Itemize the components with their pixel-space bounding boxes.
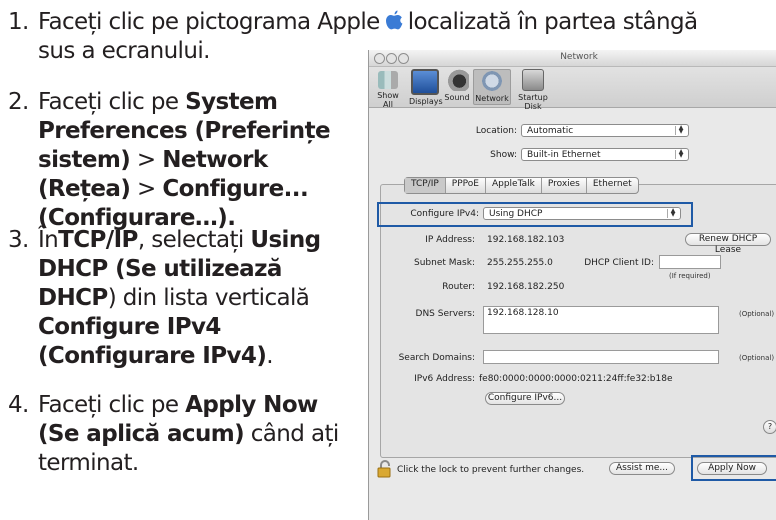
toolbar-label: Startup Disk [518,93,548,111]
tab-proxies[interactable]: Proxies [542,178,587,193]
window-title: Network [560,52,598,62]
speaker-icon [445,69,469,91]
title-bar: Network [369,50,776,67]
toolbar-label: Network [475,94,509,103]
display-icon [411,69,439,95]
ip-address-value: 192.168.182.103 [487,235,565,245]
configure-ipv4-label: Configure IPv4: [410,209,479,219]
step-text-bold: Configure IPv4 [38,314,221,340]
configure-ipv6-button[interactable]: Configure IPv6... [485,392,565,405]
step-text-bold: (Se aplică acum) [38,421,245,447]
show-label: Show: [490,150,517,160]
popup-arrows-icon: ▲ ▼ [675,125,686,135]
ipv6-address-label: IPv6 Address: [414,374,475,384]
popup-arrows-icon: ▲ ▼ [667,208,678,218]
toolbar-label: Displays [409,97,443,106]
toolbar-displays[interactable]: Displays [409,69,443,106]
dns-servers-field[interactable]: 192.168.128.10 [483,306,719,334]
step-text-bold: Apply Now [185,392,318,418]
step-text: Faceți clic pe pictograma Apple [38,9,380,35]
step-text-bold: System [185,89,278,115]
toolbar-network[interactable]: Network [473,69,511,105]
step-text: , selectați [137,227,251,253]
step-text-bold: (Configurare IPv4) [38,343,267,369]
lock-text: Click the lock to prevent further change… [397,465,585,475]
dns-servers-label: DNS Servers: [415,309,475,319]
step-4: 4. Faceți clic pe Apply Now (Se aplică ac… [8,391,339,478]
tab-ethernet[interactable]: Ethernet [587,178,638,193]
tab-bar: TCP/IP PPPoE AppleTalk Proxies Ethernet [404,177,639,194]
location-popup[interactable]: Automatic ▲ ▼ [521,124,689,137]
if-required-note: (If required) [669,272,711,280]
step-number: 2. [8,89,29,115]
toolbar-label: Sound [444,93,470,102]
subnet-mask-label: Subnet Mask: [414,258,475,268]
step-text-bold: (Rețea) [38,176,131,202]
tab-appletalk[interactable]: AppleTalk [486,178,542,193]
step-text: terminat. [38,450,139,476]
step-text: > [130,176,163,202]
renew-dhcp-lease-button[interactable]: Renew DHCP Lease [685,233,771,255]
step-text: În [38,227,59,253]
step-text-bold: sistem) [38,147,131,173]
router-value: 192.168.182.250 [487,282,565,292]
help-button[interactable]: ? [763,420,776,434]
step-text: > [130,147,163,173]
assist-me-button[interactable]: Assist me... [609,462,675,475]
search-domains-field[interactable] [483,350,719,364]
step-text-bold: TCP/IP [58,227,138,253]
toolbar-startup-disk[interactable]: Startup Disk [511,69,555,111]
subnet-mask-value: 255.255.255.0 [487,258,553,268]
search-domains-label: Search Domains: [398,353,475,363]
toolbar-sound[interactable]: Sound [443,69,471,102]
step-text-bold: Using [250,227,321,253]
step-number: 4. [8,392,29,418]
disk-icon [522,69,544,91]
step-2: 2. Faceți clic pe System Preferences (Pre… [8,88,331,233]
configure-ipv4-popup[interactable]: Using DHCP ▲ ▼ [483,207,681,220]
optional-note: (Optional) [739,310,775,318]
location-label: Location: [475,126,517,136]
step-text: localizată în partea stângă [407,9,698,35]
step-text-bold: Network [162,147,268,173]
optional-note: (Optional) [739,354,775,362]
dhcp-client-id-label: DHCP Client ID: [584,258,654,268]
network-globe-icon [480,70,504,92]
toolbar: Show All Displays Sound Network Startup … [369,67,776,111]
show-value: Built-in Ethernet [527,150,601,160]
popup-arrows-icon: ▲ ▼ [675,149,686,159]
apple-icon [385,10,403,30]
step-text-bold: Preferences (Preferințe [38,118,331,144]
step-text-bold: DHCP [38,285,108,311]
dhcp-client-id-field[interactable] [659,255,721,269]
step-text-bold: DHCP (Se utilizează [38,256,282,282]
toolbar-show-all[interactable]: Show All [371,69,405,109]
show-popup[interactable]: Built-in Ethernet ▲ ▼ [521,148,689,161]
tab-pppoe[interactable]: PPPoE [446,178,486,193]
network-window: Network Show All Displays Sound Network … [368,50,776,520]
step-number: 1. [8,9,29,35]
show-all-icon [378,71,398,89]
step-text: Faceți clic pe [38,392,186,418]
step-text: ) din lista verticală [107,285,310,311]
step-text-bold: Configure... [162,176,309,202]
step-text: când ați [244,421,340,447]
lock-icon[interactable] [377,460,393,478]
toolbar-label: Show All [377,91,399,109]
ipv6-address-value: fe80:0000:0000:0000:0211:24ff:fe32:b18e [479,374,673,384]
step-3: 3. ÎnTCP/IP, selectați Using DHCP (Se uti… [8,226,321,371]
tab-tcpip[interactable]: TCP/IP [405,178,446,193]
step-text: . [266,343,273,369]
router-label: Router: [442,282,475,292]
apply-now-button[interactable]: Apply Now [697,462,767,475]
step-text: Faceți clic pe [38,89,186,115]
ip-address-label: IP Address: [425,235,475,245]
step-number: 3. [8,227,29,253]
configure-ipv4-value: Using DHCP [489,209,543,219]
location-value: Automatic [527,126,574,136]
